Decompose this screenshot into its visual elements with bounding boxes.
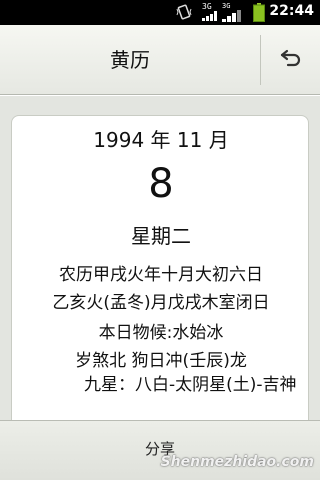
network-label-2: 3G	[222, 2, 231, 10]
status-bar: 3G 3G 22:44	[0, 0, 320, 25]
title-bar: 黄历	[0, 25, 320, 95]
status-time: 22:44	[269, 3, 314, 19]
signal-3g-2-icon: 3G	[222, 3, 244, 22]
back-button[interactable]	[261, 25, 320, 95]
battery-icon	[253, 3, 265, 26]
jiuxing-info: 九星：八白-太阴星(土)-吉神	[84, 375, 297, 395]
page-title: 黄历	[110, 48, 150, 72]
watermark: Shenmezhidao.com	[160, 454, 314, 470]
share-label: 分享	[144, 440, 175, 458]
day-number: 8	[148, 161, 174, 207]
back-arrow-icon	[279, 48, 303, 72]
signal-3g-icon: 3G	[202, 3, 218, 21]
weekday: 星期二	[131, 224, 191, 248]
sha-info: 岁煞北 狗日冲(壬辰)龙	[75, 351, 247, 371]
year-month: 1994 年 11 月	[93, 128, 229, 152]
share-button[interactable]: 分享	[0, 420, 320, 480]
network-label: 3G	[202, 2, 212, 11]
vibrate-icon	[175, 4, 193, 24]
ganzhi-info: 乙亥火(孟冬)月戊戌木室闭日	[52, 293, 270, 313]
almanac-card: 1994 年 11 月 8 星期二 农历甲戌火年十月大初六日 乙亥火(孟冬)月戊…	[11, 115, 309, 435]
phenology-info: 本日物候:水始冰	[98, 323, 224, 343]
lunar-date: 农历甲戌火年十月大初六日	[59, 265, 263, 285]
